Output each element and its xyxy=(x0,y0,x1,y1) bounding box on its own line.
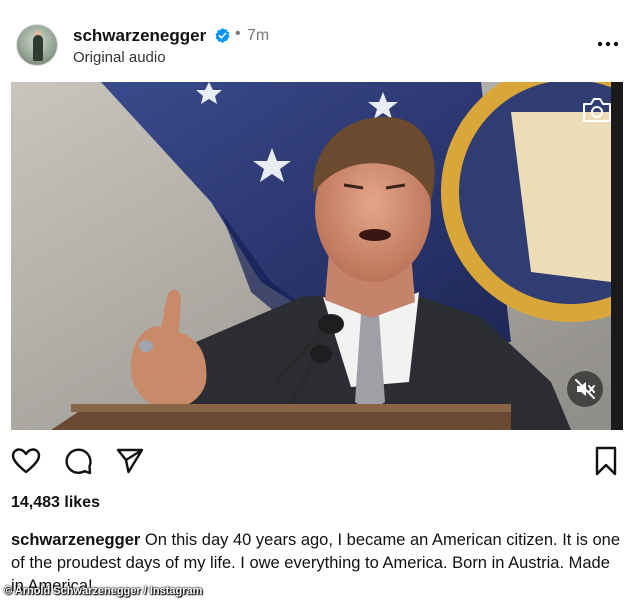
action-bar xyxy=(0,440,634,482)
post-header: schwarzenegger • 7m Original audio xyxy=(0,0,634,80)
paper-plane-icon[interactable] xyxy=(114,445,146,477)
separator-dot: • xyxy=(235,25,241,42)
verified-badge-icon xyxy=(215,28,230,43)
muted-speaker-icon xyxy=(575,379,595,399)
more-options-icon[interactable] xyxy=(596,34,620,54)
post-media[interactable] xyxy=(11,82,623,430)
camera-icon[interactable] xyxy=(581,96,613,124)
avatar[interactable] xyxy=(16,24,58,66)
mute-button[interactable] xyxy=(567,371,603,407)
bookmark-icon[interactable] xyxy=(590,445,622,477)
post-time[interactable]: 7m xyxy=(247,27,269,45)
photo-credit: © Arnold Schwarzenegger / Instagram xyxy=(4,585,203,597)
heart-icon[interactable] xyxy=(10,445,42,477)
likes-count[interactable]: 14,483 likes xyxy=(11,494,100,512)
post-photo xyxy=(11,82,623,430)
comment-bubble-icon[interactable] xyxy=(62,445,94,477)
audio-label[interactable]: Original audio xyxy=(73,49,166,66)
username[interactable]: schwarzenegger xyxy=(73,26,206,46)
caption-username[interactable]: schwarzenegger xyxy=(11,531,140,549)
